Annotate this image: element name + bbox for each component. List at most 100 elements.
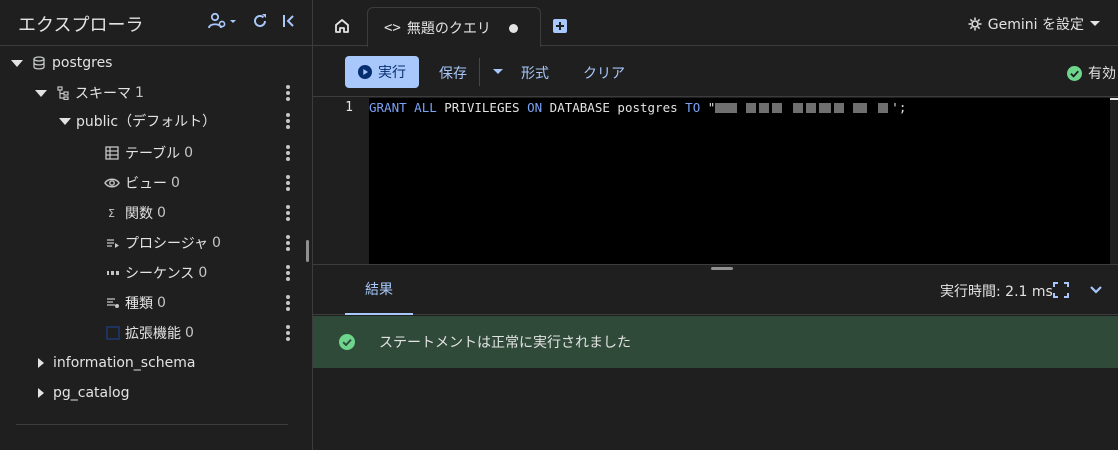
save-dropdown-icon[interactable] — [493, 69, 503, 74]
home-icon — [335, 19, 349, 33]
refresh-icon — [254, 14, 266, 27]
tree-count-procedures: 0 — [212, 235, 221, 251]
tree-node-extensions[interactable]: 拡張機能 0 — [0, 318, 312, 348]
tree-label-pg-catalog: pg_catalog — [53, 385, 130, 401]
run-button[interactable]: 実行 — [345, 56, 419, 88]
collapse-arrow-icon[interactable] — [38, 388, 44, 398]
more-options-icon[interactable] — [284, 145, 292, 161]
toolbar-separator — [479, 58, 480, 86]
sql-keyword: TO — [685, 100, 701, 115]
redacted-text — [715, 100, 891, 115]
sql-editor[interactable]: 1 GRANT ALL PRIVILEGES ON DATABASE postg… — [313, 98, 1118, 264]
more-options-icon[interactable] — [284, 85, 292, 101]
tree-node-procedures[interactable]: プロシージャ 0 — [0, 228, 312, 258]
expand-arrow-icon[interactable] — [11, 59, 23, 67]
main-panel: <> 無題のクエリ Gemini を設定 実行 保存 形式 クリア 有効 1 G… — [313, 0, 1118, 450]
tree-node-sequences[interactable]: シーケンス 0 — [0, 258, 312, 288]
sequence-icon — [107, 271, 119, 275]
tree-node-functions[interactable]: Σ 関数 0 — [0, 198, 312, 228]
collapse-left-icon — [283, 15, 294, 27]
tree-label-types: 種類 — [125, 296, 153, 312]
refresh-button[interactable] — [252, 13, 268, 29]
collapse-sidebar-button[interactable] — [282, 14, 296, 28]
more-options-icon[interactable] — [284, 113, 292, 129]
app-window: エクスプローラ postgres スキーマ 1 public（デフォルト） テー… — [0, 0, 1118, 450]
tree-node-postgres[interactable]: postgres — [0, 48, 312, 78]
more-options-icon[interactable] — [284, 295, 292, 311]
more-options-icon[interactable] — [284, 205, 292, 221]
format-button[interactable]: 形式 — [521, 63, 549, 83]
table-icon — [105, 146, 119, 160]
line-gutter: 1 — [313, 98, 369, 264]
explorer-header: エクスプローラ — [0, 0, 312, 46]
save-button[interactable]: 保存 — [439, 63, 467, 83]
code-area[interactable]: GRANT ALL PRIVILEGES ON DATABASE postgre… — [369, 98, 1110, 264]
explorer-title: エクスプローラ — [18, 15, 144, 36]
more-options-icon[interactable] — [284, 265, 292, 281]
tree-node-types[interactable]: 種類 0 — [0, 288, 312, 318]
tree-label-views: ビュー — [125, 176, 167, 192]
gemini-setup-button[interactable]: Gemini を設定 — [968, 14, 1100, 34]
query-toolbar: 実行 保存 形式 クリア 有効 — [313, 47, 1118, 97]
results-header: 結果 実行時間: 2.1 ms — [313, 265, 1118, 315]
tab-label: 無題のクエリ — [406, 20, 491, 37]
sidebar-divider — [16, 424, 288, 425]
more-options-icon[interactable] — [284, 175, 292, 191]
tree-node-views[interactable]: ビュー 0 — [0, 168, 312, 198]
tree-count-schemas: 1 — [135, 85, 144, 101]
sql-string-close: '; — [891, 100, 907, 115]
tab-untitled-query[interactable]: <> 無題のクエリ — [367, 7, 541, 47]
manage-connection-button[interactable] — [208, 12, 238, 30]
tree-label-extensions: 拡張機能 — [125, 326, 181, 342]
line-number: 1 — [345, 100, 353, 115]
tree-node-tables[interactable]: テーブル 0 — [0, 138, 312, 168]
expand-arrow-icon[interactable] — [59, 117, 71, 125]
add-tab-button[interactable] — [553, 19, 567, 33]
gemini-label: Gemini を設定 — [987, 17, 1084, 33]
schema-icon — [57, 86, 69, 100]
tree-node-schemas[interactable]: スキーマ 1 — [0, 78, 312, 108]
editor-scrollbar[interactable] — [1110, 98, 1118, 264]
type-icon — [107, 298, 119, 308]
code-icon: <> — [384, 19, 401, 36]
fullscreen-button[interactable] — [1053, 282, 1069, 302]
tree-label-sequences: シーケンス — [125, 266, 195, 282]
extension-icon — [106, 326, 120, 340]
tree-node-pg-catalog[interactable]: pg_catalog — [0, 378, 312, 408]
more-options-icon[interactable] — [284, 325, 292, 341]
tab-results[interactable]: 結果 — [345, 265, 413, 315]
validation-label: 有効 — [1088, 66, 1116, 82]
unsaved-dot-icon[interactable] — [509, 24, 518, 33]
expand-arrow-icon[interactable] — [35, 89, 47, 97]
tree-label-schemas: スキーマ — [75, 86, 131, 102]
run-label: 実行 — [378, 65, 406, 81]
chevron-down-icon — [1090, 286, 1102, 294]
tree-count-tables: 0 — [184, 145, 194, 161]
check-circle-icon — [1067, 65, 1082, 81]
sigma-icon: Σ — [108, 206, 115, 220]
success-message: ステートメントは正常に実行されました — [379, 335, 631, 351]
sidebar-scrollbar[interactable] — [306, 240, 309, 262]
sql-identifier: PRIVILEGES — [444, 100, 520, 115]
explorer-actions — [208, 12, 296, 30]
tree-node-public[interactable]: public（デフォルト） — [0, 106, 312, 136]
tree-node-information-schema[interactable]: information_schema — [0, 348, 312, 378]
check-circle-icon — [339, 334, 355, 350]
sql-keyword: ON — [527, 100, 543, 115]
more-options-icon[interactable] — [284, 235, 292, 251]
tree-label-tables: テーブル — [125, 146, 181, 162]
collapse-arrow-icon[interactable] — [38, 358, 44, 368]
tree-label-postgres: postgres — [52, 55, 113, 71]
tree-count-views: 0 — [171, 175, 180, 191]
tree-label-information-schema: information_schema — [53, 355, 196, 371]
tab-bar: <> 無題のクエリ Gemini を設定 — [313, 0, 1118, 47]
tree-count-types: 0 — [157, 295, 166, 311]
validation-status: 有効 — [1067, 63, 1116, 83]
collapse-results-button[interactable] — [1089, 283, 1103, 299]
tab-home[interactable] — [321, 6, 363, 46]
fullscreen-icon — [1053, 282, 1069, 298]
clear-button[interactable]: クリア — [583, 63, 625, 83]
tree-count-extensions: 0 — [185, 325, 194, 341]
person-gear-icon — [208, 12, 236, 29]
success-banner: ステートメントは正常に実行されました — [313, 316, 1118, 368]
